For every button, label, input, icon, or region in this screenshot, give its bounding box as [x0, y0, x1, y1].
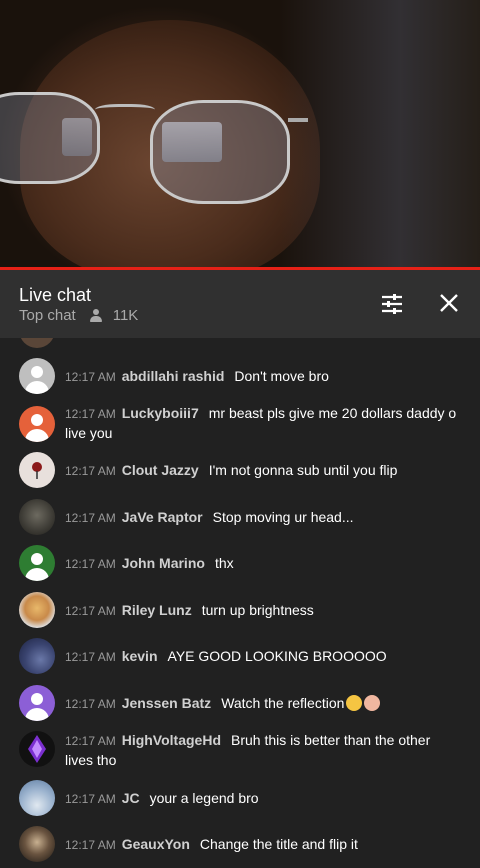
message-time: 12:17 AM [65, 604, 116, 618]
message-text: Stop moving ur head... [212, 509, 354, 525]
message-time: 12:17 AM [65, 370, 116, 384]
message-text: turn up brightness [201, 602, 314, 618]
message-author[interactable]: abdillahi rashid [122, 368, 225, 384]
message-time: 12:17 AM [65, 734, 116, 748]
avatar[interactable] [19, 780, 55, 816]
message-author[interactable]: GeauxYon [122, 836, 190, 852]
chat-message-list[interactable]: 12:17 AM abdillahi rashid Don't move bro 1… [0, 338, 480, 868]
message-time: 12:17 AM [65, 407, 116, 421]
message-text: Watch the reflection [221, 695, 345, 711]
avatar[interactable] [19, 685, 55, 721]
filter-button[interactable] [380, 292, 404, 316]
close-icon [440, 294, 458, 312]
rose-icon [32, 462, 42, 479]
message-author[interactable]: Riley Lunz [122, 602, 192, 618]
avatar[interactable] [19, 499, 55, 535]
avatar[interactable] [19, 358, 55, 394]
message-time: 12:17 AM [65, 557, 116, 571]
message-text: I'm not gonna sub until you flip [208, 462, 398, 478]
message-text: Don't move bro [234, 368, 329, 384]
message-text: AYE GOOD LOOKING BROOOOO [167, 648, 387, 664]
message-time: 12:17 AM [65, 511, 116, 525]
avatar[interactable] [19, 592, 55, 628]
message-author[interactable]: JaVe Raptor [122, 509, 203, 525]
avatar[interactable] [19, 406, 55, 442]
message-text: Change the title and flip it [199, 836, 358, 852]
avatar[interactable] [19, 545, 55, 581]
laughing-emoji-icon [346, 695, 363, 711]
chat-mode-label: Top chat [19, 307, 76, 324]
close-button[interactable] [436, 290, 462, 316]
avatar[interactable] [19, 638, 55, 674]
message-author[interactable]: Clout Jazzy [122, 462, 199, 478]
purple-crystal-icon [28, 735, 46, 763]
message-author[interactable]: Jenssen Batz [122, 695, 211, 711]
person-icon [89, 308, 103, 323]
avatar[interactable] [19, 452, 55, 488]
avatar[interactable] [19, 731, 55, 767]
message-text: thx [214, 555, 234, 571]
message-time: 12:17 AM [65, 464, 116, 478]
message-author[interactable]: kevin [122, 648, 158, 664]
glasses-left-lens [0, 92, 100, 184]
chat-message[interactable]: 12:17 AM Luckyboiii7 mr beast pls give me … [0, 404, 480, 442]
screaming-emoji-icon [364, 695, 381, 711]
live-video[interactable] [0, 0, 480, 268]
chat-message[interactable]: 12:17 AM Jenssen Batz Watch the reflection [0, 685, 480, 721]
message-author[interactable]: JC [122, 790, 140, 806]
message-time: 12:17 AM [65, 838, 116, 852]
live-chat-title: Live chat [19, 285, 92, 305]
message-author[interactable]: Luckyboiii7 [122, 405, 199, 421]
message-time: 12:17 AM [65, 650, 116, 664]
chat-message[interactable]: 12:17 AM John Marino thx [0, 545, 480, 581]
chat-message[interactable]: 12:17 AM abdillahi rashid Don't move bro [0, 358, 480, 394]
chat-mode-selector[interactable]: Top chat 11K [19, 307, 138, 324]
glasses-right-lens [150, 100, 290, 204]
live-chat-header: Live chat Top chat 11K [0, 270, 480, 338]
message-time: 12:17 AM [65, 697, 116, 711]
avatar [19, 338, 55, 348]
message-time: 12:17 AM [65, 792, 116, 806]
message-author[interactable]: HighVoltageHd [122, 732, 221, 748]
avatar[interactable] [19, 826, 55, 862]
message-text: Bruh this is better than the other lives… [65, 732, 431, 768]
tune-icon [382, 294, 402, 314]
message-text: your a legend bro [149, 790, 259, 806]
message-author[interactable]: John Marino [122, 555, 205, 571]
viewer-count: 11K [112, 307, 139, 324]
